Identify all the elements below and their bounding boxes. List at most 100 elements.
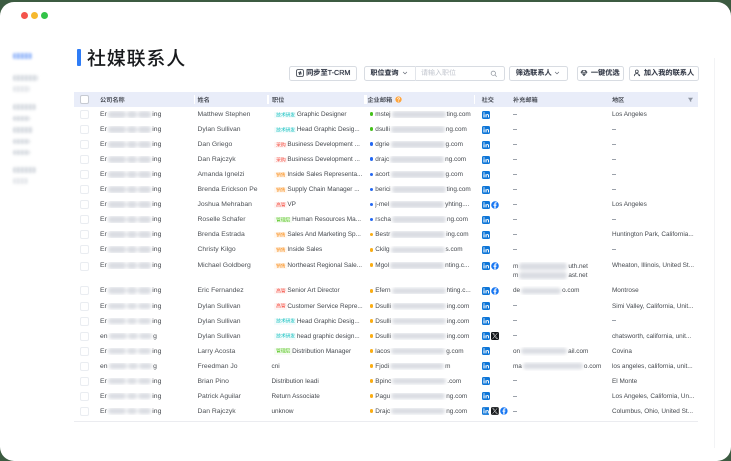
social-cell <box>474 262 508 270</box>
row-checkbox[interactable] <box>80 140 89 149</box>
col-header-region[interactable]: 地区 <box>607 95 698 104</box>
linkedin-icon[interactable] <box>482 246 490 254</box>
row-checkbox[interactable] <box>80 332 89 341</box>
social-icons <box>482 216 508 224</box>
sidebar-item-9[interactable] <box>13 178 28 184</box>
select-all-checkbox[interactable] <box>80 95 89 104</box>
position-search-input[interactable]: 请输入职位 <box>416 68 504 78</box>
sidebar-item-2[interactable] <box>13 86 30 92</box>
linkedin-icon[interactable] <box>482 362 490 370</box>
traffic-light-zoom[interactable] <box>41 12 48 19</box>
row-checkbox[interactable] <box>80 110 89 119</box>
email-status-dot <box>370 364 374 368</box>
row-checkbox[interactable] <box>80 347 89 356</box>
col-header-email[interactable]: 企业邮箱 <box>364 95 474 104</box>
linkedin-icon[interactable] <box>482 111 490 119</box>
row-checkbox[interactable] <box>80 392 89 401</box>
linkedin-icon[interactable] <box>482 171 490 179</box>
row-checkbox[interactable] <box>80 245 89 254</box>
social-icons <box>482 186 508 194</box>
linkedin-icon[interactable] <box>482 216 490 224</box>
linkedin-icon[interactable] <box>482 141 490 149</box>
row-checkbox[interactable] <box>80 170 89 179</box>
linkedin-icon[interactable] <box>482 262 490 270</box>
linkedin-icon[interactable] <box>482 392 490 400</box>
sync-to-tcrm-button[interactable]: 同步至T-CRM <box>289 66 357 81</box>
social-cell <box>474 287 508 295</box>
table-row: EringDan Griego采购Business Development ..… <box>74 137 698 152</box>
sidebar-item-0[interactable] <box>13 53 32 59</box>
email-help-icon[interactable] <box>395 96 402 103</box>
linkedin-icon[interactable] <box>482 317 490 325</box>
row-checkbox[interactable] <box>80 302 89 311</box>
col-header-social[interactable]: 社交 <box>474 95 508 104</box>
row-checkbox[interactable] <box>80 215 89 224</box>
sidebar-item-1[interactable] <box>13 75 38 81</box>
company-cell: Ering <box>95 126 194 133</box>
redacted-text <box>108 303 152 310</box>
redacted-text <box>519 263 567 270</box>
redacted-text <box>392 303 446 310</box>
traffic-light-minimize[interactable] <box>31 12 38 19</box>
sidebar-item-7[interactable] <box>13 150 30 156</box>
col-header-company[interactable]: 公司名称 <box>95 95 194 104</box>
row-checkbox[interactable] <box>80 262 89 271</box>
row-checkbox[interactable] <box>80 125 89 134</box>
linkedin-icon[interactable] <box>482 231 490 239</box>
title-accent-bar <box>77 49 81 66</box>
sidebar-item-5[interactable] <box>13 127 33 133</box>
row-checkbox[interactable] <box>80 362 89 371</box>
linkedin-icon[interactable] <box>482 126 490 134</box>
row-checkbox-cell <box>74 262 95 271</box>
position-tag: 销售 <box>274 232 287 239</box>
row-checkbox[interactable] <box>80 407 89 416</box>
table-row: EringDylan Sullivan技术研发Head Graphic Desi… <box>74 314 698 329</box>
add-to-my-contacts-button[interactable]: 加入我的联系人 <box>629 66 700 81</box>
sidebar-item-3[interactable] <box>13 104 36 110</box>
row-checkbox[interactable] <box>80 185 89 194</box>
position-title: VP <box>287 201 296 208</box>
x-twitter-icon[interactable] <box>491 407 499 415</box>
linkedin-icon[interactable] <box>482 347 490 355</box>
position-cell: 技术研发Head Graphic Desig... <box>267 126 364 133</box>
facebook-icon[interactable] <box>491 201 499 209</box>
row-checkbox[interactable] <box>80 230 89 239</box>
table-row: EringDylan Sullivan技术研发Head Graphic Desi… <box>74 122 698 137</box>
position-cell: 高管VP <box>267 201 364 208</box>
redacted-text <box>109 363 153 370</box>
supp-email-cell <box>508 393 607 400</box>
linkedin-icon[interactable] <box>482 201 490 209</box>
region-filter-icon[interactable] <box>687 96 694 103</box>
traffic-light-close[interactable] <box>21 12 28 19</box>
linkedin-icon[interactable] <box>482 302 490 310</box>
sidebar-item-6[interactable] <box>13 139 30 145</box>
row-checkbox[interactable] <box>80 317 89 326</box>
linkedin-icon[interactable] <box>482 407 490 415</box>
position-tag: 销售 <box>274 172 287 179</box>
sidebar-item-8[interactable] <box>13 167 36 173</box>
linkedin-icon[interactable] <box>482 332 490 340</box>
row-checkbox[interactable] <box>80 377 89 386</box>
filter-contacts-dropdown[interactable]: 筛选联系人 <box>509 66 568 81</box>
facebook-icon[interactable] <box>491 262 499 270</box>
linkedin-icon[interactable] <box>482 186 490 194</box>
facebook-icon[interactable] <box>500 407 508 415</box>
position-select[interactable]: 职位查询 <box>365 68 415 78</box>
email-cell: drajcng.com <box>364 156 474 163</box>
row-checkbox[interactable] <box>80 155 89 164</box>
one-click-optimize-button[interactable]: 一键优选 <box>577 66 624 81</box>
col-header-supp-email[interactable]: 补充邮箱 <box>508 95 607 104</box>
sidebar-item-4[interactable] <box>13 116 30 122</box>
email-cell: rschang.com <box>364 216 474 223</box>
linkedin-icon[interactable] <box>482 156 490 164</box>
linkedin-icon[interactable] <box>482 377 490 385</box>
facebook-icon[interactable] <box>491 287 499 295</box>
row-checkbox[interactable] <box>80 200 89 209</box>
row-checkbox[interactable] <box>80 286 89 295</box>
region-text: Los Angeles, California, Un... <box>612 393 694 400</box>
col-header-name[interactable]: 姓名 <box>194 95 267 104</box>
x-twitter-icon[interactable] <box>491 332 499 340</box>
linkedin-icon[interactable] <box>482 287 490 295</box>
col-header-position[interactable]: 职位 <box>267 95 364 104</box>
name-cell: Amanda Ignelzi <box>194 171 267 178</box>
